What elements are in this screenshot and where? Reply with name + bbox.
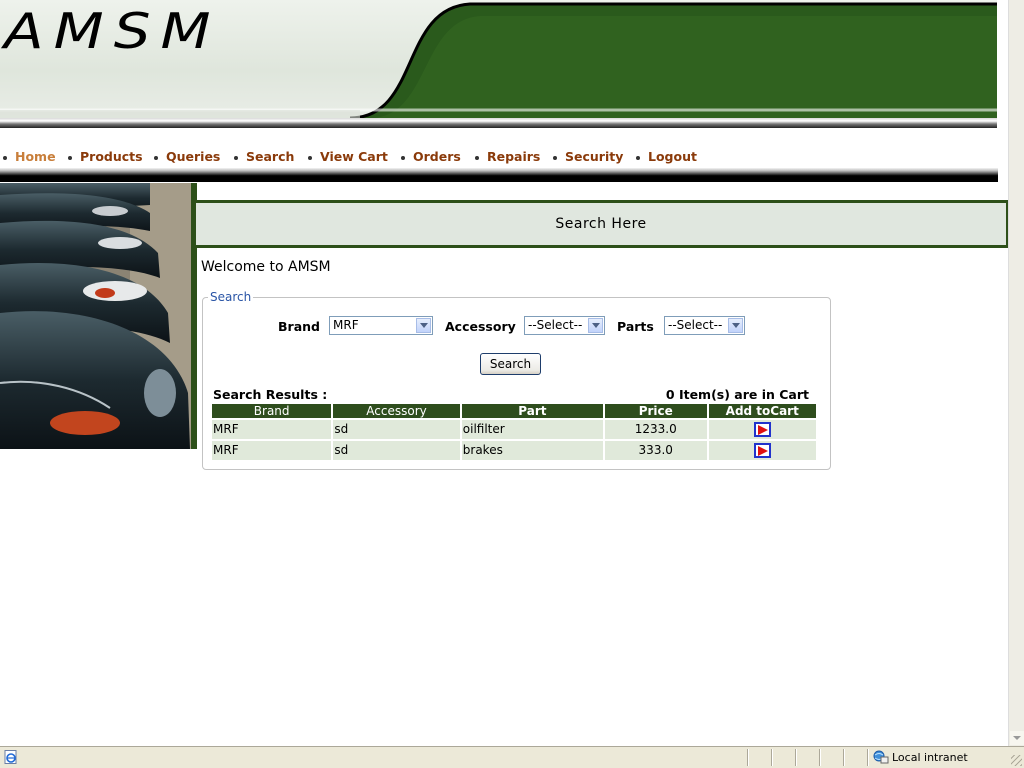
main-nav: Home Products Queries Search View Cart O…: [0, 149, 1000, 167]
cell-accessory: sd: [333, 420, 460, 439]
nav-item-queries[interactable]: Queries: [154, 149, 220, 164]
welcome-text: Welcome to AMSM: [201, 259, 331, 275]
col-header-part: Part: [461, 404, 603, 418]
col-header-accessory: Accessory: [333, 404, 460, 418]
bullet-icon: [401, 155, 405, 160]
local-intranet-icon: [873, 750, 889, 764]
cell-price: 1233.0: [604, 420, 707, 439]
resize-grip-icon[interactable]: [1011, 755, 1022, 766]
nav-item-products[interactable]: Products: [68, 149, 143, 164]
parts-label: Parts: [617, 319, 654, 334]
nav-label[interactable]: Search: [246, 149, 294, 164]
accessory-label: Accessory: [445, 319, 516, 334]
nav-item-home[interactable]: Home: [3, 149, 56, 164]
search-button[interactable]: Search: [480, 353, 541, 375]
col-header-brand: Brand: [212, 404, 332, 418]
col-header-price: Price: [604, 404, 707, 418]
accessory-select-value: --Select--: [528, 318, 583, 332]
site-logo: AMSM: [4, 2, 221, 60]
bullet-icon: [475, 155, 479, 160]
nav-label[interactable]: Queries: [166, 149, 220, 164]
brand-select-value: MRF: [333, 318, 359, 332]
nav-label[interactable]: Products: [80, 149, 143, 164]
col-header-add-to-cart: Add toCart: [708, 404, 816, 418]
nav-item-view-cart[interactable]: View Cart: [308, 149, 388, 164]
nav-label[interactable]: Logout: [648, 149, 697, 164]
add-to-cart-icon[interactable]: [753, 422, 771, 437]
cell-brand: MRF: [212, 420, 332, 439]
search-results-label: Search Results :: [213, 387, 328, 402]
add-to-cart-icon[interactable]: [753, 443, 771, 458]
nav-item-security[interactable]: Security: [553, 149, 623, 164]
cars-side-image: [0, 183, 192, 449]
nav-label[interactable]: Repairs: [487, 149, 540, 164]
cell-price: 333.0: [604, 441, 707, 460]
search-legend: Search: [208, 290, 254, 304]
cart-count: 0 Item(s) are in Cart: [665, 387, 809, 402]
cell-brand: MRF: [212, 441, 332, 460]
nav-item-search[interactable]: Search: [234, 149, 294, 164]
nav-label[interactable]: Home: [15, 149, 56, 164]
zone-label: Local intranet: [892, 751, 968, 764]
bullet-icon: [308, 155, 312, 160]
cell-add-to-cart: [708, 420, 816, 439]
table-row: MRF sd brakes 333.0: [212, 441, 816, 460]
dropdown-arrow-icon[interactable]: [728, 318, 743, 333]
results-header-row: Brand Accessory Part Price Add toCart: [212, 404, 816, 418]
nav-label[interactable]: Orders: [413, 149, 461, 164]
bullet-icon: [553, 155, 557, 160]
parts-select-value: --Select--: [668, 318, 723, 332]
scroll-down-icon[interactable]: [1010, 731, 1024, 745]
nav-item-repairs[interactable]: Repairs: [475, 149, 540, 164]
nav-divider: [0, 168, 998, 182]
dropdown-arrow-icon[interactable]: [588, 318, 603, 333]
nav-item-logout[interactable]: Logout: [636, 149, 697, 164]
section-title: Search Here: [196, 200, 1009, 248]
accessory-select[interactable]: --Select--: [524, 316, 605, 335]
dropdown-arrow-icon[interactable]: [416, 318, 431, 333]
brand-select[interactable]: MRF: [329, 316, 433, 335]
bullet-icon: [3, 155, 7, 160]
nav-label[interactable]: View Cart: [320, 149, 388, 164]
bullet-icon: [68, 155, 72, 160]
brand-label: Brand: [278, 319, 320, 334]
bullet-icon: [234, 155, 238, 160]
table-row: MRF sd oilfilter 1233.0: [212, 420, 816, 439]
cell-accessory: sd: [333, 441, 460, 460]
results-table: Brand Accessory Part Price Add toCart MR…: [210, 402, 818, 462]
nav-item-orders[interactable]: Orders: [401, 149, 461, 164]
banner-divider: [0, 118, 997, 128]
ie-page-icon: [4, 750, 17, 764]
bullet-icon: [154, 155, 158, 160]
cell-add-to-cart: [708, 441, 816, 460]
header-banner: AMSM: [0, 0, 997, 118]
cell-part: brakes: [461, 441, 603, 460]
nav-label[interactable]: Security: [565, 149, 623, 164]
status-bar: Local intranet: [0, 746, 1024, 768]
bullet-icon: [636, 155, 640, 160]
parts-select[interactable]: --Select--: [664, 316, 745, 335]
vertical-scrollbar[interactable]: [1008, 0, 1024, 746]
cell-part: oilfilter: [461, 420, 603, 439]
